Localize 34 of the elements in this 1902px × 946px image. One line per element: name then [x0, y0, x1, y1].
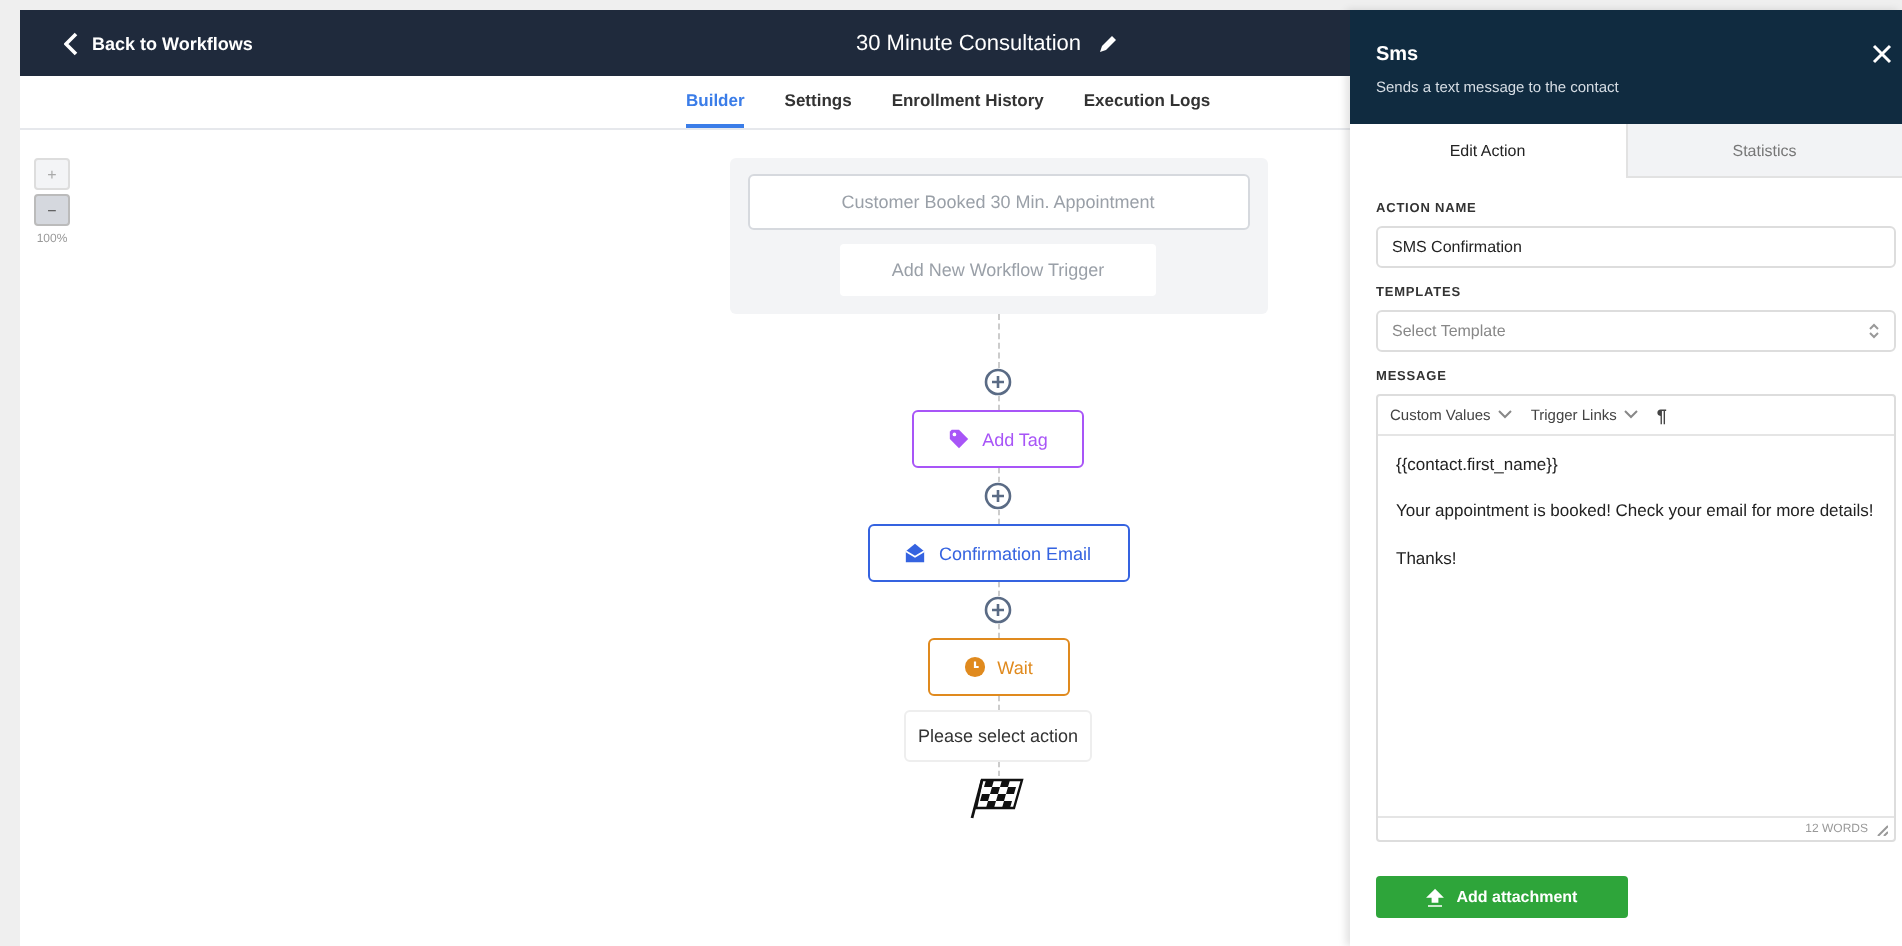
workflow-title: 30 Minute Consultation [856, 31, 1082, 55]
clock-icon [963, 656, 986, 678]
tab[interactable]: Execution Logs [1083, 76, 1211, 128]
zoom-out-button[interactable]: − [34, 194, 70, 226]
action-node[interactable]: Confirmation Email [867, 524, 1129, 582]
action-name-field[interactable]: SMS Confirmation [1376, 226, 1896, 268]
chevron-down-icon [1624, 410, 1639, 420]
tab[interactable]: Enrollment History [891, 76, 1044, 128]
back-link[interactable]: Back to Workflows [64, 31, 253, 55]
tag-icon [948, 428, 971, 450]
close-icon[interactable] [1872, 44, 1892, 64]
tab[interactable]: Builder [686, 76, 745, 128]
template-select[interactable]: Select Template [1376, 310, 1896, 352]
action-node[interactable]: Add Tag [912, 410, 1084, 468]
upload-icon [1426, 887, 1445, 907]
panel-tab[interactable]: Edit Action [1350, 124, 1627, 178]
message-text: Thanks! [1396, 545, 1459, 570]
resize-handle-icon[interactable] [1876, 823, 1888, 835]
chevron-left-icon [64, 31, 80, 55]
pencil-icon[interactable] [1097, 33, 1118, 53]
select-action-placeholder[interactable]: Please select action [903, 710, 1093, 762]
updown-icon [1868, 322, 1880, 340]
message-text: {{contact.first_name}} [1396, 452, 1560, 477]
message-text: Your appointment is booked! Check your email for more details! [1396, 498, 1876, 524]
paragraph-button[interactable]: ¶ [1656, 405, 1667, 425]
panel-tab[interactable]: Statistics [1627, 124, 1902, 178]
envelope-icon [904, 542, 927, 564]
add-step-icon[interactable] [984, 368, 1012, 396]
panel-title: Sms [1376, 44, 1421, 66]
tab[interactable]: Settings [784, 76, 852, 128]
add-step-icon[interactable] [984, 482, 1012, 510]
chevron-down-icon [1498, 410, 1513, 420]
checkered-flag-icon [970, 776, 1026, 820]
add-step-icon[interactable] [984, 596, 1012, 624]
